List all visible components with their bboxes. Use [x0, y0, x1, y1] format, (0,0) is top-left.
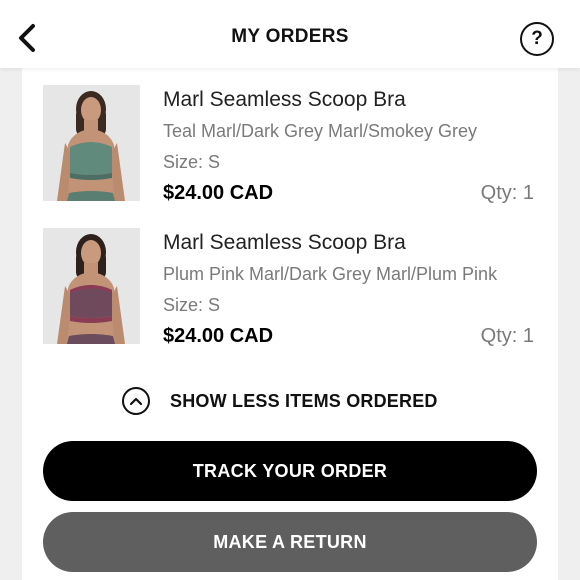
product-name: Marl Seamless Scoop Bra: [163, 231, 406, 254]
toggle-label: SHOW LESS ITEMS ORDERED: [170, 390, 438, 411]
product-size: Size: S: [163, 295, 221, 315]
order-item[interactable]: Marl Seamless Scoop Bra Plum Pink Marl/D…: [22, 228, 558, 358]
help-button[interactable]: ?: [520, 22, 554, 56]
product-color: Plum Pink Marl/Dark Grey Marl/Plum Pink: [163, 264, 498, 284]
product-size: Size: S: [163, 152, 221, 172]
make-return-button[interactable]: MAKE A RETURN: [43, 512, 537, 572]
track-order-button[interactable]: TRACK YOUR ORDER: [43, 441, 537, 501]
question-mark-icon: ?: [531, 28, 543, 49]
product-image: [43, 228, 140, 344]
product-quantity: Qty: 1: [480, 182, 534, 204]
order-item[interactable]: Marl Seamless Scoop Bra Teal Marl/Dark G…: [22, 85, 558, 215]
app-header: MY ORDERS ?: [0, 0, 580, 68]
product-price: $24.00 CAD: [163, 182, 274, 204]
chevron-up-circle-icon: [122, 387, 150, 415]
product-quantity: Qty: 1: [480, 325, 534, 347]
show-less-items-toggle[interactable]: SHOW LESS ITEMS ORDERED: [122, 384, 438, 418]
page-title: MY ORDERS: [231, 26, 349, 47]
product-price: $24.00 CAD: [163, 325, 274, 347]
order-card: Marl Seamless Scoop Bra Teal Marl/Dark G…: [22, 68, 558, 580]
product-color: Teal Marl/Dark Grey Marl/Smokey Grey: [163, 121, 478, 141]
product-image: [43, 85, 140, 201]
product-name: Marl Seamless Scoop Bra: [163, 88, 406, 111]
